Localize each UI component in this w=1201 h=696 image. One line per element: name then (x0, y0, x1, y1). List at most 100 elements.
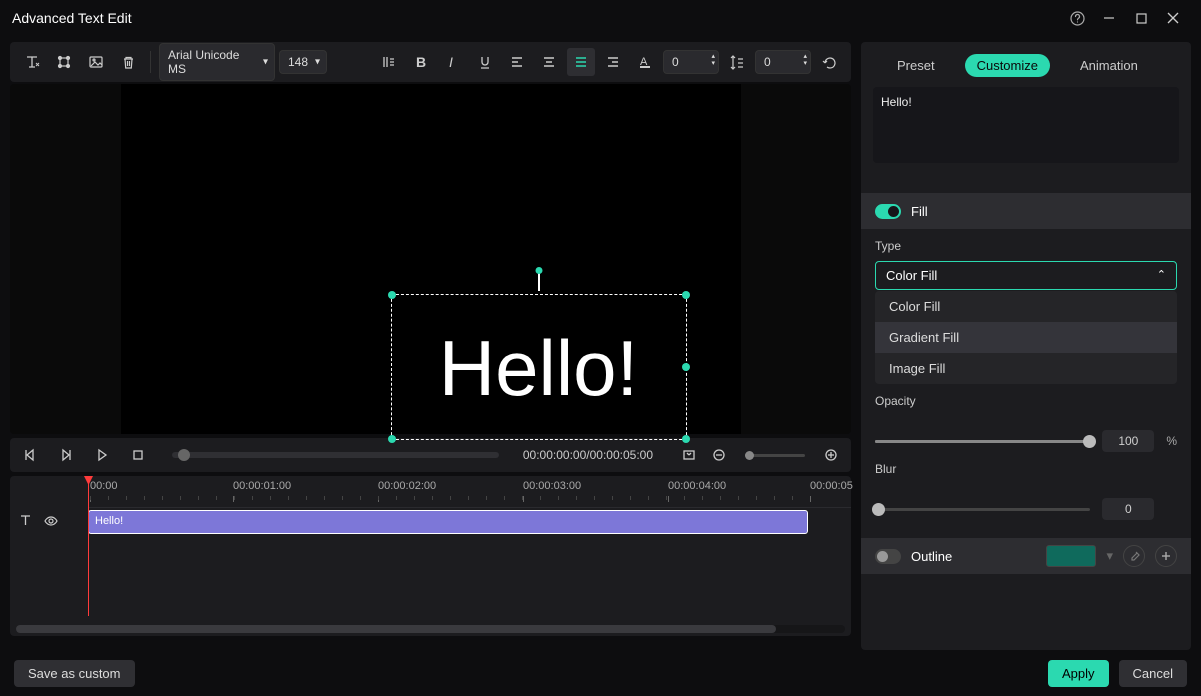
titlebar: Advanced Text Edit (0, 0, 1201, 36)
font-select[interactable]: Arial Unicode MS ▾ (159, 43, 275, 81)
tick: 00:00:05 (810, 480, 853, 492)
timeline-ruler[interactable]: 00:00 00:00:01:00 00:00:02:00 00:00:03:0… (88, 476, 851, 508)
tick: 00:00:02:00 (378, 480, 436, 492)
timeline-track-row: Hello! (10, 508, 851, 536)
help-icon[interactable] (1061, 11, 1093, 26)
text-value: Hello! (881, 95, 912, 109)
eyedropper-icon[interactable] (1123, 545, 1145, 567)
text-tool-icon[interactable] (18, 48, 46, 76)
window-title: Advanced Text Edit (12, 10, 1061, 26)
chevron-down-icon: ▾ (315, 57, 320, 68)
align-right-icon[interactable] (599, 48, 627, 76)
opacity-unit: % (1166, 434, 1177, 448)
tick: 00:00:01:00 (233, 480, 291, 492)
opacity-value[interactable]: 100 (1102, 430, 1154, 452)
outline-section: Outline ▾ (861, 538, 1191, 574)
visibility-icon[interactable] (43, 513, 59, 532)
delete-icon[interactable] (114, 48, 142, 76)
crop-icon[interactable] (679, 445, 699, 465)
timeline-scrollbar[interactable] (16, 625, 845, 633)
tick: 00:00:03:00 (523, 480, 581, 492)
zoom-in-icon[interactable] (821, 445, 841, 465)
text-track-icon[interactable] (18, 513, 33, 532)
blur-label: Blur (875, 462, 1177, 476)
type-label: Type (875, 239, 1177, 253)
align-justify-icon[interactable] (567, 48, 595, 76)
align-left-icon[interactable] (503, 48, 531, 76)
reset-icon[interactable] (815, 48, 843, 76)
canvas-text[interactable]: Hello! (392, 295, 686, 439)
fill-label: Fill (911, 204, 928, 219)
playback-time: 00:00:00:00/00:00:05:00 (523, 448, 653, 462)
line-height-icon[interactable] (723, 48, 751, 76)
playback-bar: 00:00:00:00/00:00:05:00 (10, 438, 851, 472)
timeline-clip[interactable]: Hello! (88, 510, 808, 534)
line-spacing-input[interactable]: 0 ▴▾ (755, 50, 811, 74)
outline-toggle[interactable] (875, 549, 901, 564)
save-custom-button[interactable]: Save as custom (14, 660, 135, 687)
bold-icon[interactable]: B (407, 48, 435, 76)
outline-label: Outline (911, 549, 1036, 564)
chevron-up-icon: ⌃ (1157, 268, 1166, 283)
underline-icon[interactable] (471, 48, 499, 76)
font-size-select[interactable]: 148 ▾ (279, 50, 327, 74)
chevron-down-icon: ▾ (263, 57, 268, 68)
outline-color-swatch[interactable] (1046, 545, 1096, 567)
text-selection-box[interactable]: Hello! (391, 294, 687, 440)
play-icon[interactable] (92, 445, 112, 465)
svg-text:I: I (449, 55, 453, 69)
add-icon[interactable] (1155, 545, 1177, 567)
svg-text:A: A (640, 56, 648, 68)
footer: Save as custom Apply Cancel (0, 650, 1201, 696)
step-back-icon[interactable] (20, 445, 40, 465)
zoom-out-icon[interactable] (709, 445, 729, 465)
dropdown-option[interactable]: Color Fill (875, 291, 1177, 322)
spacing-value: 0 (672, 55, 679, 69)
type-select[interactable]: Color Fill ⌃ (875, 261, 1177, 290)
svg-text:B: B (416, 55, 426, 69)
text-color-icon[interactable]: A (631, 48, 659, 76)
stop-icon[interactable] (128, 445, 148, 465)
fill-toggle[interactable] (875, 204, 901, 219)
transform-icon[interactable] (50, 48, 78, 76)
credits-icon[interactable] (375, 48, 403, 76)
maximize-icon[interactable] (1125, 13, 1157, 24)
panel-tabs: Preset Customize Animation (861, 50, 1191, 87)
toolbar: Arial Unicode MS ▾ 148 ▾ B I A 0 ▴▾ (10, 42, 851, 82)
dropdown-option[interactable]: Image Fill (875, 353, 1177, 384)
blur-slider[interactable] (875, 508, 1090, 511)
fill-section-header[interactable]: Fill (861, 193, 1191, 229)
playhead[interactable] (88, 476, 89, 616)
type-value: Color Fill (886, 268, 937, 283)
properties-panel: Preset Customize Animation Hello! Fill T… (861, 42, 1191, 650)
dropdown-chevron-icon[interactable]: ▾ (1106, 548, 1113, 564)
tick: 00:00:04:00 (668, 480, 726, 492)
char-spacing-input[interactable]: 0 ▴▾ (663, 50, 719, 74)
image-icon[interactable] (82, 48, 110, 76)
timeline: 00:00 00:00:01:00 00:00:02:00 00:00:03:0… (10, 476, 851, 636)
minimize-icon[interactable] (1093, 12, 1125, 24)
type-dropdown: Color Fill Gradient Fill Image Fill (875, 291, 1177, 384)
line-spacing-value: 0 (764, 55, 771, 69)
font-size: 148 (288, 55, 308, 69)
opacity-label: Opacity (875, 394, 1177, 408)
dropdown-option[interactable]: Gradient Fill (875, 322, 1177, 353)
font-name: Arial Unicode MS (168, 48, 239, 76)
apply-button[interactable]: Apply (1048, 660, 1109, 687)
align-center-icon[interactable] (535, 48, 563, 76)
close-icon[interactable] (1157, 12, 1189, 24)
blur-value[interactable]: 0 (1102, 498, 1154, 520)
italic-icon[interactable]: I (439, 48, 467, 76)
canvas[interactable]: Hello! (10, 84, 851, 434)
zoom-slider[interactable] (745, 454, 805, 457)
rotate-handle[interactable] (538, 273, 540, 291)
step-forward-icon[interactable] (56, 445, 76, 465)
playback-scrubber[interactable] (172, 452, 499, 458)
cancel-button[interactable]: Cancel (1119, 660, 1187, 687)
tab-preset[interactable]: Preset (885, 54, 947, 77)
tick: 00:00 (90, 480, 118, 492)
tab-animation[interactable]: Animation (1068, 54, 1150, 77)
opacity-slider[interactable] (875, 440, 1090, 443)
text-input[interactable]: Hello! (873, 87, 1179, 163)
tab-customize[interactable]: Customize (965, 54, 1050, 77)
